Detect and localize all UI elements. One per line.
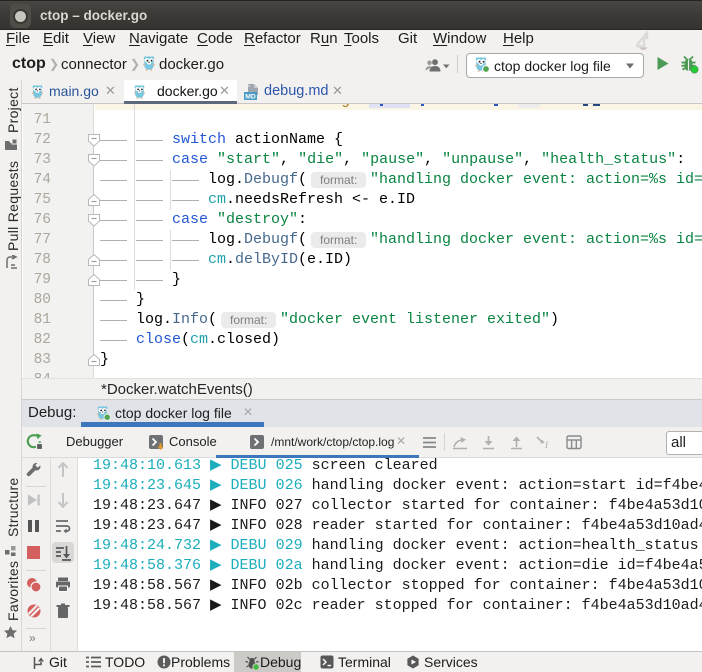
svg-text:I: I — [544, 440, 549, 450]
svg-text:MD: MD — [245, 94, 256, 100]
